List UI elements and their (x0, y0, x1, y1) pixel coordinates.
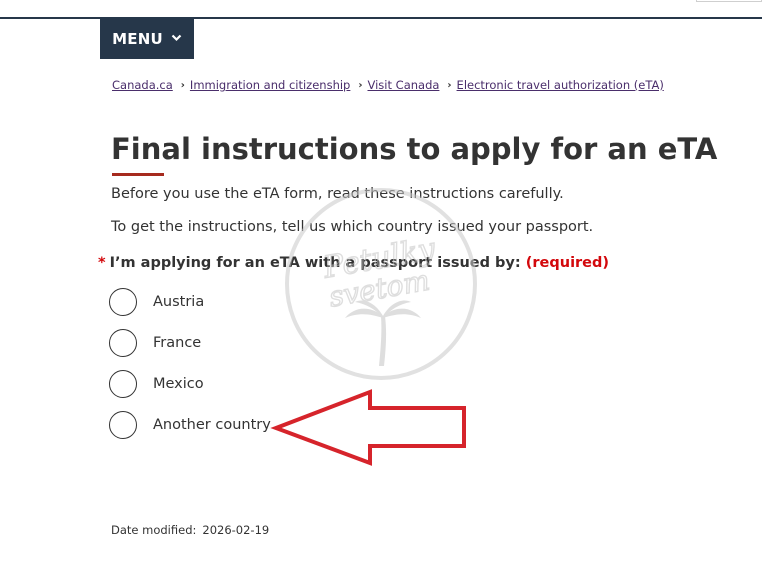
breadcrumb-link-immigration[interactable]: Immigration and citizenship (190, 78, 350, 92)
breadcrumb: Canada.ca › Immigration and citizenship … (112, 77, 664, 93)
date-modified: Date modified: 2026-02-19 (111, 523, 269, 537)
petulky-svetom-watermark: Petulky svetom (285, 188, 477, 380)
breadcrumb-link-visit-canada[interactable]: Visit Canada (368, 78, 440, 92)
radio-label[interactable]: France (153, 335, 201, 351)
date-modified-value: 2026-02-19 (202, 523, 270, 537)
intro-paragraph-2: To get the instructions, tell us which c… (111, 219, 594, 235)
page: MENU Canada.ca › Immigration and citizen… (0, 0, 762, 568)
required-asterisk: * (98, 255, 106, 271)
chevron-right-icon: › (180, 79, 185, 91)
passport-question-legend: * I’m applying for an eTA with a passport… (98, 255, 609, 271)
date-modified-label: Date modified: (111, 523, 197, 537)
radio-label[interactable]: Austria (153, 294, 204, 310)
radio-button[interactable] (109, 370, 137, 398)
watermark-text-2: svetom (327, 264, 433, 314)
passport-question-label: I’m applying for an eTA with a passport … (109, 255, 521, 271)
radio-option-austria[interactable]: Austria (109, 287, 204, 317)
chevron-right-icon: › (358, 79, 363, 91)
radio-button[interactable] (109, 329, 137, 357)
radio-option-france[interactable]: France (109, 328, 201, 358)
annotation-arrow-icon (270, 389, 466, 466)
menu-button-label: MENU (112, 30, 163, 48)
radio-label[interactable]: Mexico (153, 376, 204, 392)
required-marker: (required) (525, 255, 610, 271)
page-title: Final instructions to apply for an eTA (111, 132, 718, 166)
radio-label[interactable]: Another country (153, 417, 271, 433)
breadcrumb-link-canada[interactable]: Canada.ca (112, 78, 173, 92)
radio-option-another-country[interactable]: Another country (109, 410, 271, 440)
radio-button[interactable] (109, 288, 137, 316)
menu-button[interactable]: MENU (100, 19, 194, 59)
breadcrumb-link-eta[interactable]: Electronic travel authorization (eTA) (457, 78, 664, 92)
radio-option-mexico[interactable]: Mexico (109, 369, 204, 399)
palm-tree-icon (345, 300, 421, 366)
header-corner-box (696, 0, 762, 2)
chevron-down-icon (171, 32, 182, 45)
chevron-right-icon: › (447, 79, 452, 91)
intro-paragraph-1: Before you use the eTA form, read these … (111, 186, 564, 202)
title-underline (112, 173, 164, 176)
radio-button[interactable] (109, 411, 137, 439)
